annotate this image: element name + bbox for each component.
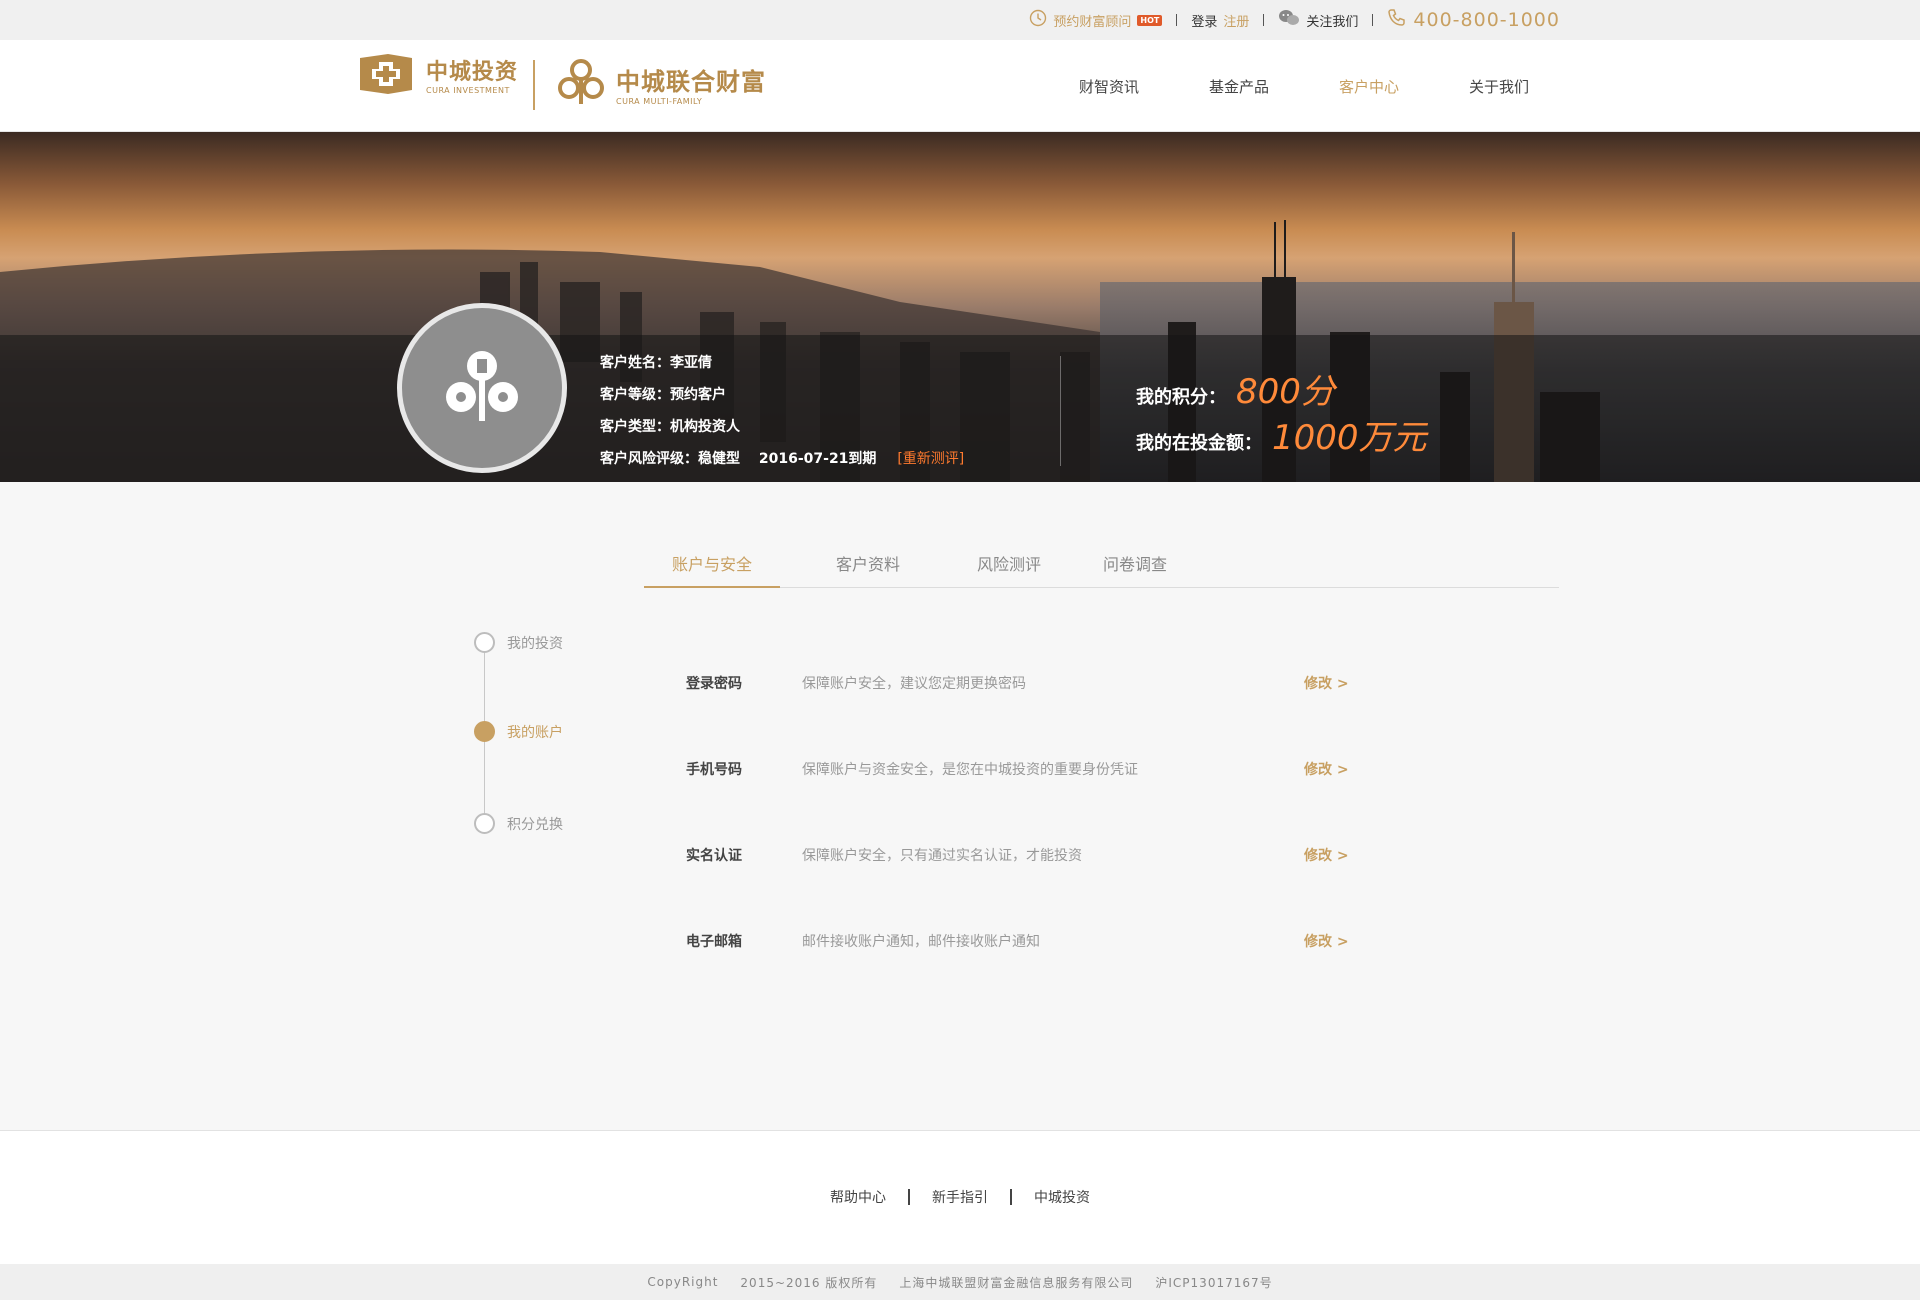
edit-verification-link[interactable]: 修改 >	[1304, 845, 1349, 865]
copyright-years: 2015~2016 版权所有	[740, 1275, 878, 1290]
hotline: 400-800-1000	[1387, 8, 1560, 32]
list-item: 登录密码 保障账户安全，建议您定期更换密码 修改 >	[650, 640, 1350, 726]
appointment-link[interactable]: 预约财富顾问 HOT	[1029, 9, 1163, 31]
profile-banner: 客户姓名：李亚倩 客户等级：预约客户 客户类型：机构投资人 客户风险评级：稳健型…	[0, 132, 1920, 482]
logo1-subtitle: CURA INVESTMENT	[426, 85, 510, 95]
side-item-label: 积分兑换	[507, 816, 563, 833]
logo2-subtitle: CURA MULTI-FAMILY	[616, 97, 703, 106]
customer-info: 客户姓名：李亚倩 客户等级：预约客户 客户类型：机构投资人 客户风险评级：稳健型…	[600, 352, 964, 480]
top-utility-links: 预约财富顾问 HOT 登录 注册 关注我们 400-800-1000	[1029, 0, 1560, 40]
wechat-icon	[1278, 9, 1300, 31]
follow-us-link[interactable]: 关注我们	[1278, 9, 1358, 31]
list-item: 实名认证 保障账户安全，只有通过实名认证，才能投资 修改 >	[650, 812, 1350, 898]
tab-account-security[interactable]: 账户与安全	[644, 550, 780, 588]
points-row: 我的积分： 800分	[1136, 364, 1427, 412]
security-description: 保障账户与资金安全，是您在中城投资的重要身份凭证	[802, 762, 1138, 778]
banner-divider	[1060, 356, 1061, 466]
side-item-my-investment[interactable]: 我的投资	[474, 632, 563, 653]
follow-us-label: 关注我们	[1306, 14, 1359, 30]
security-label: 登录密码	[686, 676, 742, 692]
footer-link-cura[interactable]: 中城投资	[1012, 1187, 1112, 1207]
copyright-bar: CopyRight 2015~2016 版权所有 上海中城联盟财富金融信息服务有…	[0, 1264, 1920, 1300]
site-footer: 帮助中心 新手指引 中城投资	[0, 1130, 1920, 1264]
divider	[1176, 14, 1178, 26]
tab-risk-assessment[interactable]: 风险测评	[956, 550, 1062, 588]
nav-item-about[interactable]: 关于我们	[1434, 76, 1564, 97]
company-name: 上海中城联盟财富金融信息服务有限公司	[899, 1275, 1134, 1290]
logo-divider	[533, 60, 535, 110]
invest-value: 1000万元	[1272, 418, 1427, 458]
security-label: 手机号码	[686, 762, 742, 778]
edit-email-link[interactable]: 修改 >	[1304, 931, 1349, 951]
edit-password-link[interactable]: 修改 >	[1304, 673, 1349, 693]
logo1-name: 中城投资	[426, 59, 519, 85]
account-tabs: 账户与安全 客户资料 风险测评 问卷调查	[644, 550, 1559, 588]
list-item: 手机号码 保障账户与资金安全，是您在中城投资的重要身份凭证 修改 >	[650, 726, 1350, 812]
hotline-number: 400-800-1000	[1413, 9, 1560, 31]
nav-item-news[interactable]: 财智资讯	[1044, 76, 1174, 97]
site-header: 中城投资 CURA INVESTMENT 中城联合财富 CURA MULTI-F…	[0, 40, 1920, 132]
list-item: 电子邮箱 邮件接收账户通知，邮件接收账户通知 修改 >	[650, 898, 1350, 984]
nav-item-customer-center[interactable]: 客户中心	[1304, 76, 1434, 97]
customer-stats: 我的积分： 800分 我的在投金额： 1000万元	[1136, 364, 1427, 458]
tab-customer-profile[interactable]: 客户资料	[780, 550, 956, 588]
cura-investment-logo[interactable]: 中城投资 CURA INVESTMENT	[358, 50, 518, 98]
nav-item-funds[interactable]: 基金产品	[1174, 76, 1304, 97]
divider	[1263, 14, 1265, 26]
icp-number: 沪ICP13017167号	[1155, 1275, 1273, 1290]
invest-label: 我的在投金额：	[1136, 433, 1262, 454]
clover-avatar-icon	[437, 341, 527, 435]
tab-survey[interactable]: 问卷调查	[1062, 550, 1208, 588]
security-label: 实名认证	[686, 848, 742, 864]
customer-risk-row: 客户风险评级：稳健型 2016-07-21到期 [重新测评]	[600, 448, 964, 480]
footer-links: 帮助中心 新手指引 中城投资	[0, 1187, 1920, 1207]
phone-icon	[1387, 8, 1407, 32]
hot-badge: HOT	[1137, 14, 1163, 26]
login-link[interactable]: 登录	[1191, 11, 1217, 30]
customer-level: 客户等级：预约客户	[600, 387, 726, 403]
retest-link[interactable]: [重新测评]	[897, 451, 964, 467]
footer-link-guide[interactable]: 新手指引	[910, 1187, 1010, 1207]
points-label: 我的积分：	[1136, 387, 1226, 408]
cura-investment-mark-icon	[358, 50, 414, 98]
logo2-name: 中城联合财富	[616, 68, 766, 96]
invest-row: 我的在投金额： 1000万元	[1136, 410, 1427, 458]
avatar[interactable]	[397, 303, 567, 473]
step-dot-icon	[474, 721, 495, 742]
step-dot-icon	[474, 632, 495, 653]
customer-risk-level: 客户风险评级：稳健型 2016-07-21到期	[600, 451, 877, 467]
appointment-label: 预约财富顾问	[1053, 14, 1132, 30]
top-utility-bar: 预约财富顾问 HOT 登录 注册 关注我们 400-800-1000	[0, 0, 1920, 40]
customer-name: 客户姓名：李亚倩	[600, 355, 712, 371]
register-link[interactable]: 注册	[1223, 11, 1249, 30]
customer-type: 客户类型：机构投资人	[600, 419, 740, 435]
security-settings-list: 登录密码 保障账户安全，建议您定期更换密码 修改 > 手机号码 保障账户与资金安…	[650, 640, 1350, 984]
copyright-label: CopyRight	[647, 1275, 719, 1289]
security-description: 邮件接收账户通知，邮件接收账户通知	[802, 934, 1040, 950]
divider	[1372, 14, 1374, 26]
main-nav: 财智资讯 基金产品 客户中心 关于我们	[1044, 40, 1564, 132]
cura-multi-family-logo[interactable]: 中城联合财富 CURA MULTI-FAMILY	[556, 58, 766, 110]
edit-phone-link[interactable]: 修改 >	[1304, 759, 1349, 779]
side-item-my-account[interactable]: 我的账户	[474, 721, 563, 742]
security-description: 保障账户安全，建议您定期更换密码	[802, 676, 1026, 692]
side-item-points-exchange[interactable]: 积分兑换	[474, 813, 563, 834]
step-dot-icon	[474, 813, 495, 834]
points-value: 800分	[1236, 372, 1335, 412]
side-item-label: 我的账户	[507, 724, 563, 741]
security-label: 电子邮箱	[686, 934, 742, 950]
security-description: 保障账户安全，只有通过实名认证，才能投资	[802, 848, 1082, 864]
clover-logo-icon	[556, 58, 606, 110]
clock-icon	[1029, 9, 1047, 31]
footer-link-help[interactable]: 帮助中心	[808, 1187, 908, 1207]
side-item-label: 我的投资	[507, 635, 563, 652]
